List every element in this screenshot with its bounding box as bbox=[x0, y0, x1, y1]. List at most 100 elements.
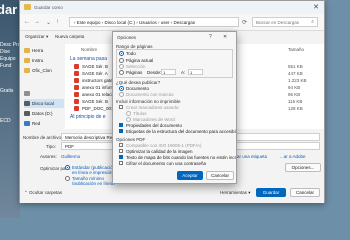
desktop-label: ECD bbox=[0, 118, 11, 124]
desktop-label: Gratis bbox=[0, 88, 14, 94]
radio-all[interactable] bbox=[119, 51, 124, 56]
radio-headings[interactable] bbox=[126, 111, 131, 116]
create-bookmarks-label: Crear marcadores usando: bbox=[126, 105, 180, 110]
pdf-file-icon bbox=[74, 99, 79, 104]
tools-button[interactable]: Herramientas ▾ bbox=[220, 190, 251, 196]
column-header-name[interactable]: Nombre bbox=[81, 47, 97, 52]
headings-label: Títulos bbox=[133, 111, 147, 116]
group-header[interactable]: La semana pasa bbox=[70, 56, 107, 62]
to-label: A: bbox=[181, 70, 186, 75]
hide-folders-button[interactable]: ⌃ Ocultar carpetas bbox=[24, 190, 62, 196]
to-stepper[interactable]: 1 bbox=[188, 69, 203, 75]
optimize-image-label: Optimizar la calidad de la imagen bbox=[126, 149, 193, 154]
from-stepper[interactable]: 1 bbox=[161, 69, 176, 75]
back-icon[interactable]: ← bbox=[24, 19, 30, 25]
radio-minimum[interactable] bbox=[65, 176, 70, 181]
drive-icon bbox=[24, 111, 30, 116]
sidebar-item[interactable]: Instru bbox=[24, 56, 64, 65]
radio-document-markup[interactable] bbox=[119, 92, 124, 97]
sidebar-item[interactable]: Red bbox=[24, 119, 64, 128]
radio-document[interactable] bbox=[119, 86, 124, 91]
close-icon[interactable]: ✕ bbox=[223, 34, 227, 40]
sidebar-item[interactable]: Datos (D:) bbox=[24, 109, 64, 118]
titlebar: Guardar como ✕ bbox=[20, 1, 324, 14]
filename-label: Nombre de archivo: bbox=[23, 135, 63, 140]
folder-icon bbox=[24, 4, 31, 10]
folder-icon bbox=[24, 68, 30, 73]
type-label: Tipo: bbox=[46, 144, 56, 149]
ok-button[interactable]: Aceptar bbox=[177, 171, 203, 180]
drive-icon bbox=[24, 101, 30, 106]
document-label: Documento bbox=[126, 86, 150, 91]
doc-properties-label: Propiedades del documento bbox=[126, 123, 183, 128]
pdf-file-icon bbox=[74, 71, 79, 76]
radio-selection[interactable] bbox=[119, 64, 124, 69]
pdf-options-label: Opciones PDF bbox=[116, 137, 146, 142]
create-bookmarks-checkbox[interactable] bbox=[119, 105, 123, 109]
refresh-icon[interactable]: ⟳ bbox=[242, 19, 247, 26]
desktop-label: Fund bbox=[0, 63, 12, 69]
pages-label: Páginas bbox=[126, 70, 143, 75]
all-label: Todo bbox=[126, 51, 136, 56]
bitmap-checkbox[interactable] bbox=[119, 155, 123, 159]
options-cancel-button[interactable]: Cancelar bbox=[206, 171, 234, 180]
doc-properties-checkbox[interactable] bbox=[119, 123, 123, 127]
radio-current-page[interactable] bbox=[119, 58, 124, 63]
desktop-background bbox=[0, 0, 20, 218]
group-header[interactable]: Al principio de e bbox=[70, 114, 106, 120]
radio-pages[interactable] bbox=[119, 70, 124, 75]
document-markup-label: Documento con marcas bbox=[126, 92, 174, 97]
sidebar-item[interactable]: Ofic_Clon bbox=[24, 66, 64, 75]
pdf-file-icon bbox=[74, 78, 79, 83]
folder-icon bbox=[24, 48, 30, 53]
pdf-file-icon bbox=[74, 64, 79, 69]
desktop-label: Equipo bbox=[0, 56, 16, 62]
adobe-link[interactable]: ...ar a Adobe bbox=[280, 154, 306, 159]
sidebar-item[interactable] bbox=[24, 89, 64, 98]
column-header-size[interactable]: Tamaño bbox=[288, 47, 304, 52]
radio-word-bookmarks[interactable] bbox=[126, 117, 131, 122]
address-bar[interactable]: › Este equipo › Disco local (C:) › Usuar… bbox=[69, 17, 239, 27]
desktop-text: dar bbox=[0, 2, 18, 17]
folder-icon bbox=[24, 58, 30, 63]
help-icon[interactable]: ? bbox=[209, 34, 212, 40]
encrypt-checkbox[interactable] bbox=[119, 161, 123, 165]
cancel-button[interactable]: Cancelar bbox=[290, 188, 320, 197]
search-input[interactable]: Buscar en Descargas ⌕ bbox=[252, 17, 318, 27]
close-icon[interactable]: ✕ bbox=[313, 3, 319, 11]
window-title: Guardar como bbox=[34, 5, 63, 10]
search-icon: ⌕ bbox=[311, 19, 314, 25]
include-label: Incluir información no imprimible bbox=[116, 99, 181, 104]
bitmap-label: Texto de mapa de bits cuando las fuentes… bbox=[126, 155, 236, 160]
options-title: Opciones bbox=[117, 35, 137, 40]
from-label: Desde: bbox=[147, 70, 162, 75]
navigation-bar: ← → ⌄ ↑ › Este equipo › Disco local (C:)… bbox=[20, 14, 324, 31]
authors-label: Autores: bbox=[40, 154, 57, 159]
current-page-label: Página actual bbox=[126, 58, 154, 63]
structure-tags-checkbox[interactable] bbox=[119, 129, 123, 133]
sidebar-item[interactable]: Herra bbox=[24, 46, 64, 55]
pdf-file-icon bbox=[74, 85, 79, 90]
options-button[interactable]: Opciones... bbox=[285, 163, 321, 172]
sidebar-item-local-disk[interactable]: Disco local bbox=[24, 99, 64, 108]
options-dialog: Opciones ? ✕ Rango de páginas Todo Págin… bbox=[112, 31, 237, 184]
pdfa-checkbox[interactable] bbox=[119, 143, 123, 147]
computer-icon bbox=[24, 91, 30, 96]
navigation-pane: Herra Instru Ofic_Clon Disco local Datos… bbox=[20, 44, 64, 129]
chevron-down-icon[interactable]: ⌄ bbox=[46, 19, 51, 26]
save-button[interactable]: Guardar bbox=[256, 188, 286, 197]
up-icon[interactable]: ↑ bbox=[56, 19, 59, 25]
publish-label: ¿Qué desea publicar? bbox=[116, 80, 161, 85]
search-placeholder: Buscar en Descargas bbox=[256, 20, 300, 25]
pdf-file-icon bbox=[74, 92, 79, 97]
pdf-file-icon bbox=[74, 106, 79, 111]
authors-value[interactable]: Guillermo bbox=[61, 154, 80, 159]
word-bookmarks-label: Marcadores de Word bbox=[133, 117, 175, 122]
forward-icon[interactable]: → bbox=[34, 19, 40, 25]
organize-button[interactable]: Organizar ▾ bbox=[25, 34, 48, 40]
new-folder-button[interactable]: Nueva carpeta bbox=[55, 34, 84, 39]
radio-standard[interactable] bbox=[65, 165, 70, 170]
selection-label: Selección bbox=[126, 64, 146, 69]
optimize-image-checkbox[interactable] bbox=[119, 149, 123, 153]
encrypt-label: Cifrar el documento con una contraseña bbox=[126, 161, 207, 166]
